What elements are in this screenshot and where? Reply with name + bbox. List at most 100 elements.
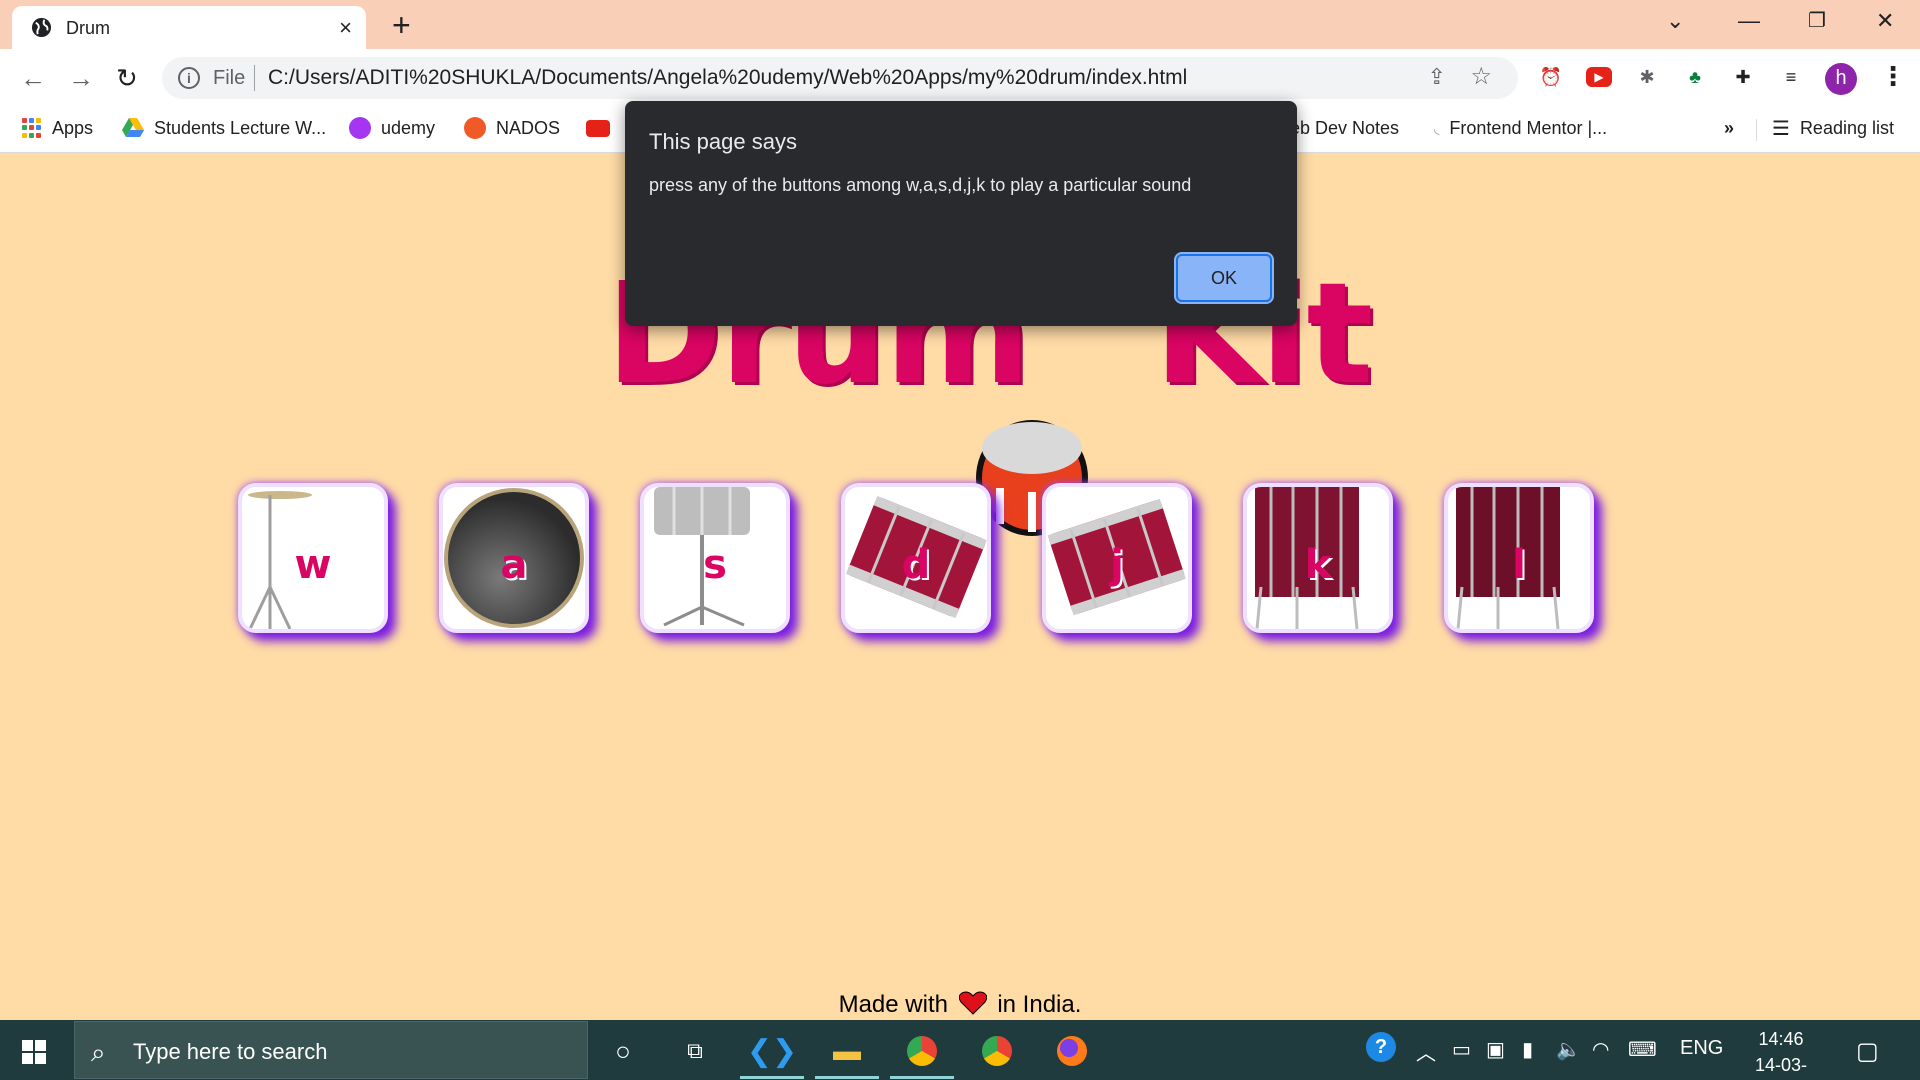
bookmark-star-icon[interactable]: ☆ bbox=[1470, 62, 1492, 91]
drum-pad-l[interactable]: l bbox=[1444, 483, 1594, 633]
bookmark-frontend-mentor[interactable]: ◟ Frontend Mentor |... bbox=[1434, 115, 1607, 141]
drum-pad-j[interactable]: j bbox=[1042, 483, 1192, 633]
notifications-icon[interactable]: ▢ bbox=[1856, 1037, 1879, 1066]
chrome-profile-h-icon[interactable] bbox=[904, 1033, 940, 1069]
bookmark-web-dev-notes[interactable]: eb Dev Notes bbox=[1290, 115, 1399, 141]
url-text[interactable]: C:/Users/ADITI%20SHUKLA/Documents/Angela… bbox=[268, 66, 1187, 90]
task-view-icon[interactable]: ⧉ bbox=[677, 1033, 713, 1069]
footer-text-after: in India. bbox=[997, 991, 1082, 1018]
apps-grid-icon bbox=[22, 118, 42, 138]
drum-pad-w[interactable]: w bbox=[238, 483, 388, 633]
drum-pad-k[interactable]: k bbox=[1243, 483, 1393, 633]
close-window-button[interactable]: ✕ bbox=[1876, 8, 1894, 34]
clock-time: 14:46 bbox=[1758, 1029, 1804, 1049]
extensions-puzzle-icon[interactable]: ✚ bbox=[1730, 64, 1756, 90]
youtube-icon bbox=[586, 119, 610, 137]
chrome-profile-a-icon[interactable] bbox=[979, 1033, 1015, 1069]
bookmark-students-lecture[interactable]: Students Lecture W... bbox=[122, 115, 326, 141]
tray-chevron-up-icon[interactable]: ︿ bbox=[1416, 1037, 1436, 1066]
pad-key-label: d bbox=[901, 542, 931, 588]
minimize-button[interactable]: — bbox=[1738, 8, 1760, 34]
pad-key-label: l bbox=[1512, 542, 1526, 588]
pad-key-label: a bbox=[500, 542, 528, 588]
windows-taskbar: ⌕ Type here to search ○ ⧉ ❮❯ ▬ ? ︿ ▭ ▣ ▮… bbox=[0, 1020, 1920, 1080]
cortana-circle-icon[interactable]: ○ bbox=[605, 1033, 641, 1069]
bookmark-label: NADOS bbox=[496, 117, 561, 138]
keyboard-icon[interactable]: ⌨ bbox=[1628, 1037, 1657, 1062]
drum-pad-a[interactable]: a bbox=[439, 483, 589, 633]
tab-drum[interactable]: Drum × bbox=[12, 6, 366, 49]
bookmark-udemy[interactable]: udemy bbox=[349, 115, 435, 141]
clock-date: 14-03-2022 bbox=[1754, 1055, 1808, 1075]
reading-list-label: Reading list bbox=[1799, 117, 1894, 138]
nados-icon bbox=[464, 117, 486, 139]
battery-icon[interactable]: ▮ bbox=[1522, 1037, 1533, 1062]
pad-key-label: s bbox=[703, 542, 727, 588]
taskbar-search-box[interactable]: ⌕ Type here to search bbox=[74, 1021, 588, 1079]
share-icon[interactable]: ⇪ bbox=[1428, 64, 1446, 90]
bookmark-youtube[interactable] bbox=[586, 115, 610, 141]
alert-dialog: This page says press any of the buttons … bbox=[625, 101, 1297, 326]
drum-pad-s[interactable]: s bbox=[640, 483, 790, 633]
pad-key-label: w bbox=[294, 542, 332, 588]
bookmark-label: udemy bbox=[381, 117, 436, 138]
vscode-icon[interactable]: ❮❯ bbox=[747, 1033, 797, 1069]
bookmarks-overflow-button[interactable]: » bbox=[1724, 115, 1734, 141]
pad-key-label: k bbox=[1304, 542, 1332, 588]
language-indicator[interactable]: ENG bbox=[1680, 1037, 1723, 1060]
bookmarks-divider bbox=[1756, 119, 1757, 141]
footer-text-before: Made with bbox=[838, 991, 948, 1018]
explorer-active-indicator bbox=[815, 1076, 879, 1079]
forward-arrow-icon[interactable]: → bbox=[68, 63, 94, 94]
chrome-active-indicator bbox=[890, 1076, 954, 1079]
address-scheme-label: File bbox=[213, 67, 246, 89]
search-icon: ⌕ bbox=[91, 1037, 106, 1067]
snip-icon[interactable]: ▣ bbox=[1486, 1037, 1505, 1062]
tab-strip: Drum × + ⌄ — ❐ ✕ bbox=[0, 0, 1920, 49]
ok-button[interactable]: OK bbox=[1174, 252, 1274, 304]
bookmark-apps[interactable]: Apps bbox=[22, 115, 93, 141]
tab-search-chevron-icon[interactable]: ⌄ bbox=[1666, 8, 1684, 34]
bookmark-label: eb Dev Notes bbox=[1290, 117, 1400, 138]
vscode-active-indicator bbox=[740, 1076, 804, 1079]
firefox-icon[interactable] bbox=[1054, 1033, 1090, 1069]
search-placeholder: Type here to search bbox=[133, 1039, 328, 1064]
bookmark-label: Apps bbox=[52, 117, 94, 138]
media-playlist-icon[interactable]: ≡ bbox=[1778, 64, 1804, 90]
youtube-extension-icon[interactable]: ▶ bbox=[1586, 67, 1612, 87]
bookmark-label: Students Lecture W... bbox=[154, 117, 327, 138]
taskbar-clock[interactable]: 14:46 14-03-2022 bbox=[1735, 1026, 1827, 1080]
reading-list-button[interactable]: ☰ Reading list bbox=[1772, 115, 1894, 141]
alarm-extension-icon[interactable]: ⏰ bbox=[1538, 64, 1564, 90]
tab-close-button[interactable]: × bbox=[339, 15, 352, 41]
menu-kebab-icon[interactable]: ⋮ bbox=[1880, 61, 1906, 92]
meet-icon[interactable]: ▭ bbox=[1452, 1037, 1471, 1062]
bookmark-label: Frontend Mentor |... bbox=[1449, 117, 1608, 138]
profile-avatar[interactable]: h bbox=[1825, 63, 1857, 95]
page-footer: Made with in India. bbox=[0, 991, 1920, 1019]
html-extension-icon[interactable]: ♣ bbox=[1682, 64, 1708, 90]
browser-toolbar: ← → ↻ i File C:/Users/ADITI%20SHUKLA/Doc… bbox=[0, 49, 1920, 107]
dialog-message: press any of the buttons among w,a,s,d,j… bbox=[649, 175, 1192, 195]
bug-extension-icon[interactable]: ✱ bbox=[1634, 64, 1660, 90]
back-arrow-icon[interactable]: ← bbox=[20, 63, 46, 94]
tab-title: Drum bbox=[66, 18, 110, 38]
heart-icon bbox=[958, 991, 987, 1015]
reload-icon[interactable]: ↻ bbox=[116, 63, 138, 94]
udemy-icon bbox=[349, 117, 371, 139]
wifi-icon[interactable]: ◠ bbox=[1592, 1037, 1609, 1062]
help-icon[interactable]: ? bbox=[1366, 1032, 1396, 1062]
address-bar[interactable]: i File C:/Users/ADITI%20SHUKLA/Documents… bbox=[162, 57, 1518, 99]
file-explorer-icon[interactable]: ▬ bbox=[829, 1033, 865, 1069]
site-info-icon[interactable]: i bbox=[178, 67, 200, 89]
new-tab-button[interactable]: + bbox=[392, 7, 411, 44]
globe-icon bbox=[31, 17, 52, 38]
drum-pad-d[interactable]: d bbox=[841, 483, 991, 633]
restore-button[interactable]: ❐ bbox=[1808, 8, 1826, 33]
reading-list-icon: ☰ bbox=[1772, 117, 1790, 140]
drum-pad-row: w a s d j k l bbox=[0, 483, 1920, 643]
frontend-mentor-icon: ◟ bbox=[1434, 119, 1440, 136]
bookmark-nados[interactable]: NADOS bbox=[464, 115, 560, 141]
volume-icon[interactable]: 🔈 bbox=[1556, 1037, 1581, 1062]
windows-start-icon[interactable] bbox=[22, 1040, 46, 1064]
